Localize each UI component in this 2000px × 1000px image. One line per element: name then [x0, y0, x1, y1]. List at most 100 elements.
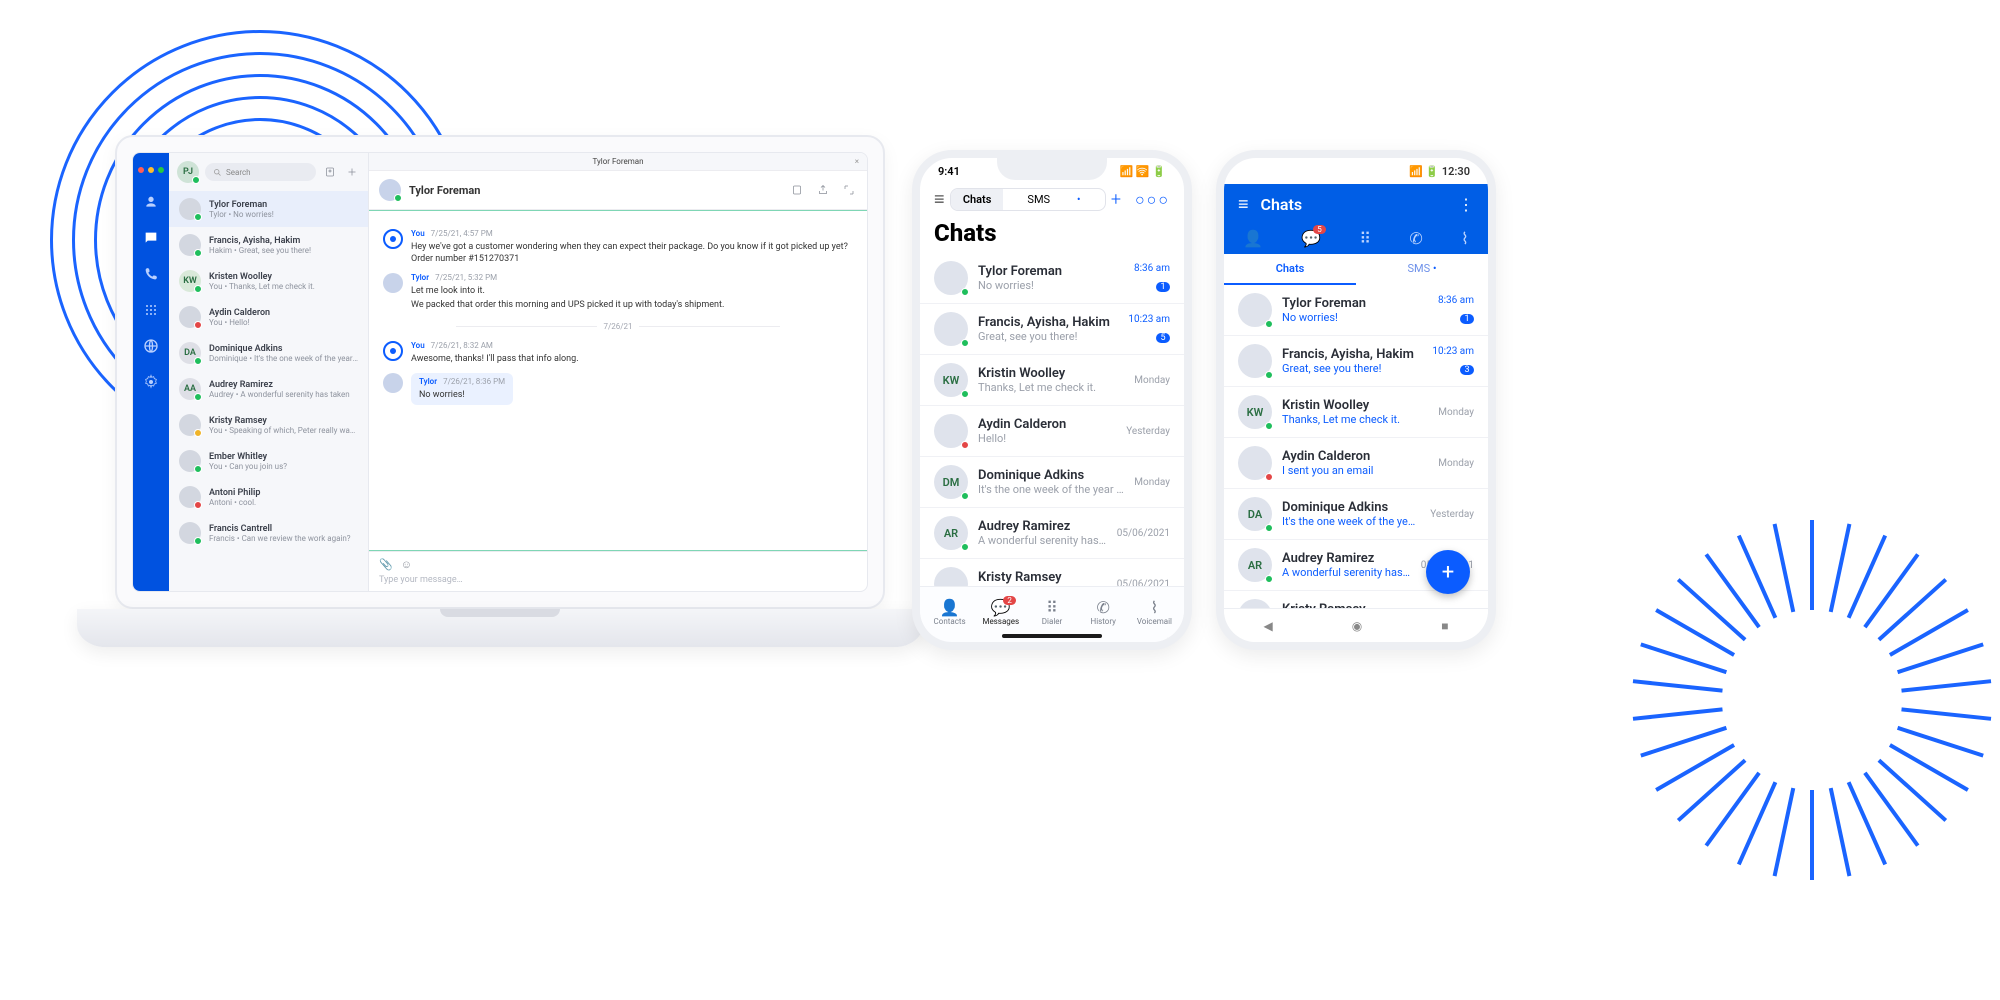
profile-avatar[interactable]: PJ [177, 161, 199, 183]
chat-item-name: Tylor Foreman [209, 200, 358, 210]
close-icon[interactable]: × [855, 157, 859, 166]
plus-icon[interactable] [344, 164, 360, 180]
tab-contacts[interactable]: 👤Contacts [924, 598, 975, 626]
plus-icon[interactable]: + [1111, 189, 1121, 210]
chat-list-item[interactable]: Kristy RamseyYou • Speaking of which, Pe… [169, 407, 368, 443]
clock: 12:30 [1442, 165, 1470, 178]
badge: 5 [1313, 225, 1326, 234]
chat-list-item[interactable]: KWKristin WoolleyThanks, Let me check it… [920, 355, 1184, 406]
unread-badge: 1 [1460, 314, 1474, 324]
tab-chats[interactable]: Chats [951, 189, 1004, 210]
tab-history[interactable]: ✆History [1078, 598, 1129, 626]
chat-item-name: Francis, Ayisha, Hakim [209, 236, 358, 246]
message: You7/26/21, 8:32 AMAwesome, thanks! I'll… [383, 341, 853, 365]
chat-list-item[interactable]: Aydin CalderonHello!Yesterday [920, 406, 1184, 457]
conversation-tab-title: Tylor Foreman [592, 157, 643, 166]
more-icon[interactable]: ⋮ [1458, 195, 1474, 214]
tab-chats[interactable]: Chats [1224, 254, 1356, 285]
chat-item-preview: Audrey • A wonderful serenity has taken [209, 390, 358, 399]
chat-item-preview: Hakim • Great, see you there! [209, 246, 358, 255]
appbar-title: Chats [1261, 195, 1446, 214]
contacts-icon[interactable] [142, 193, 160, 211]
chat-item-preview: You • Thanks, Let me check it. [209, 282, 358, 291]
messages-icon[interactable] [142, 229, 160, 247]
settings-icon[interactable] [142, 373, 160, 391]
chat-list-item[interactable]: Francis, Ayisha, HakimHakim • Great, see… [169, 227, 368, 263]
chat-list-item[interactable]: KWKristin WoolleyThanks, Let me check it… [1224, 387, 1488, 438]
tab-dialer[interactable]: ⠿Dialer [1026, 598, 1077, 626]
desktop-app: PJ Search Tylor ForemanTylor • No worrie… [132, 152, 868, 592]
chat-list-item[interactable]: KWKristen WoolleyYou • Thanks, Let me ch… [169, 263, 368, 299]
chat-list-item[interactable]: Francis, Ayisha, HakimGreat, see you the… [1224, 336, 1488, 387]
conversation-tab[interactable]: Tylor Foreman × [369, 153, 867, 171]
chat-item-preview: You • Speaking of which, Peter really wa… [209, 426, 358, 435]
page-title: Chats [920, 219, 1184, 253]
phone-icon[interactable]: ✆ [1409, 229, 1422, 248]
chat-list-item[interactable]: Tylor ForemanNo worries!8:36 am1 [1224, 285, 1488, 336]
chat-item-name: Antoni Philip [209, 488, 358, 498]
voicemail-icon: ⌇ [1129, 598, 1180, 617]
tab-sms[interactable]: SMS • [1003, 189, 1104, 210]
chat-list-item[interactable]: Francis, Ayisha, HakimGreat, see you the… [920, 304, 1184, 355]
decorative-sunburst [1660, 580, 1960, 880]
globe-icon[interactable] [142, 337, 160, 355]
tab-messages[interactable]: 💬Messages2 [975, 598, 1026, 626]
nav-back[interactable]: ◀ [1264, 619, 1273, 633]
attach-icon[interactable]: 📎 [379, 558, 393, 571]
chat-item-preview: Francis • Can we review the work again? [209, 534, 358, 543]
chat-list-item[interactable]: DADominique AdkinsDominique • It's the o… [169, 335, 368, 371]
nav-home[interactable]: ◉ [1352, 619, 1362, 633]
chat-list-item[interactable]: Tylor ForemanTylor • No worries! [169, 191, 368, 227]
message-icon[interactable]: 💬5 [1301, 229, 1321, 248]
chat-item-name: Dominique Adkins [209, 344, 358, 354]
contact-details-icon[interactable] [789, 182, 805, 198]
status-bar: 📶 🔋 12:30 [1224, 158, 1488, 184]
chat-list-item[interactable]: Aydin CalderonI sent you an emailMonday [1224, 438, 1488, 489]
phone-ios: 9:41 📶 🛜 🔋 ≡ Chats SMS • + ○○○ Chats Tyl… [912, 150, 1192, 650]
chat-list-item[interactable]: Aydin CalderonYou • Hello! [169, 299, 368, 335]
unread-badge: 1 [1156, 282, 1170, 292]
voicemail-icon[interactable]: ⌇ [1461, 229, 1469, 248]
laptop-device: PJ Search Tylor ForemanTylor • No worrie… [115, 135, 885, 647]
tab-sms[interactable]: SMS • [1356, 254, 1488, 285]
window-traffic-lights [138, 161, 164, 175]
chat-list-item[interactable]: ARAudrey RamirezA wonderful serenity has… [920, 508, 1184, 559]
laptop-base [77, 609, 923, 647]
date-divider: 7/26/21 [383, 322, 853, 331]
clock: 9:41 [938, 165, 960, 178]
chat-list-item[interactable]: DADominique AdkinsIt's the one week of t… [1224, 489, 1488, 540]
chat-item-name: Francis Cantrell [209, 524, 358, 534]
expand-icon[interactable] [841, 182, 857, 198]
message-composer[interactable]: 📎 ☺ Type your message… [369, 551, 867, 591]
chat-list-item[interactable]: Tylor ForemanNo worries!8:36 am1 [920, 253, 1184, 304]
menu-icon[interactable]: ≡ [1238, 194, 1249, 215]
tab-voicemail[interactable]: ⌇Voicemail [1129, 598, 1180, 626]
dialpad-icon[interactable] [142, 301, 160, 319]
chat-list-item[interactable]: AAAudrey RamirezAudrey • A wonderful ser… [169, 371, 368, 407]
dialpad-icon[interactable]: ⠿ [1359, 229, 1371, 248]
contact-icon[interactable] [322, 164, 338, 180]
search-input[interactable]: Search [205, 163, 316, 181]
message: Tylor7/26/21, 8:36 PMNo worries! [383, 373, 853, 405]
phone-icon: ✆ [1078, 598, 1129, 617]
menu-icon[interactable]: ≡ [934, 189, 945, 210]
phone-icon[interactable] [142, 265, 160, 283]
message: Tylor7/25/21, 5:32 PMLet me look into it… [383, 273, 853, 311]
nav-recent[interactable]: ■ [1441, 619, 1448, 633]
android-nav-bar: ◀ ◉ ■ [1224, 608, 1488, 642]
chat-list-item[interactable]: DMDominique AdkinsIt's the one week of t… [920, 457, 1184, 508]
chat-item-name: Kristy Ramsey [209, 416, 358, 426]
chat-item-preview: Antoni • cool. [209, 498, 358, 507]
chat-list-item[interactable]: Antoni PhilipAntoni • cool. [169, 479, 368, 515]
chat-list-item[interactable]: Francis CantrellFrancis • Can we review … [169, 515, 368, 551]
chat-list-item[interactable]: Ember WhitleyYou • Can you join us? [169, 443, 368, 479]
phone-android: 📶 🔋 12:30 ≡ Chats ⋮ 👤 💬5 ⠿ ✆ ⌇ Chats SMS • T… [1216, 150, 1496, 650]
emoji-icon[interactable]: ☺ [401, 558, 412, 571]
message-icon: 💬 [975, 598, 1026, 617]
person-icon[interactable]: 👤 [1243, 229, 1263, 248]
chat-type-segmented[interactable]: Chats SMS • [950, 188, 1106, 211]
more-icon[interactable]: ○○○ [1135, 190, 1170, 210]
share-icon[interactable] [815, 182, 831, 198]
fab-new-message[interactable]: + [1426, 550, 1470, 594]
composer-placeholder[interactable]: Type your message… [379, 575, 857, 585]
